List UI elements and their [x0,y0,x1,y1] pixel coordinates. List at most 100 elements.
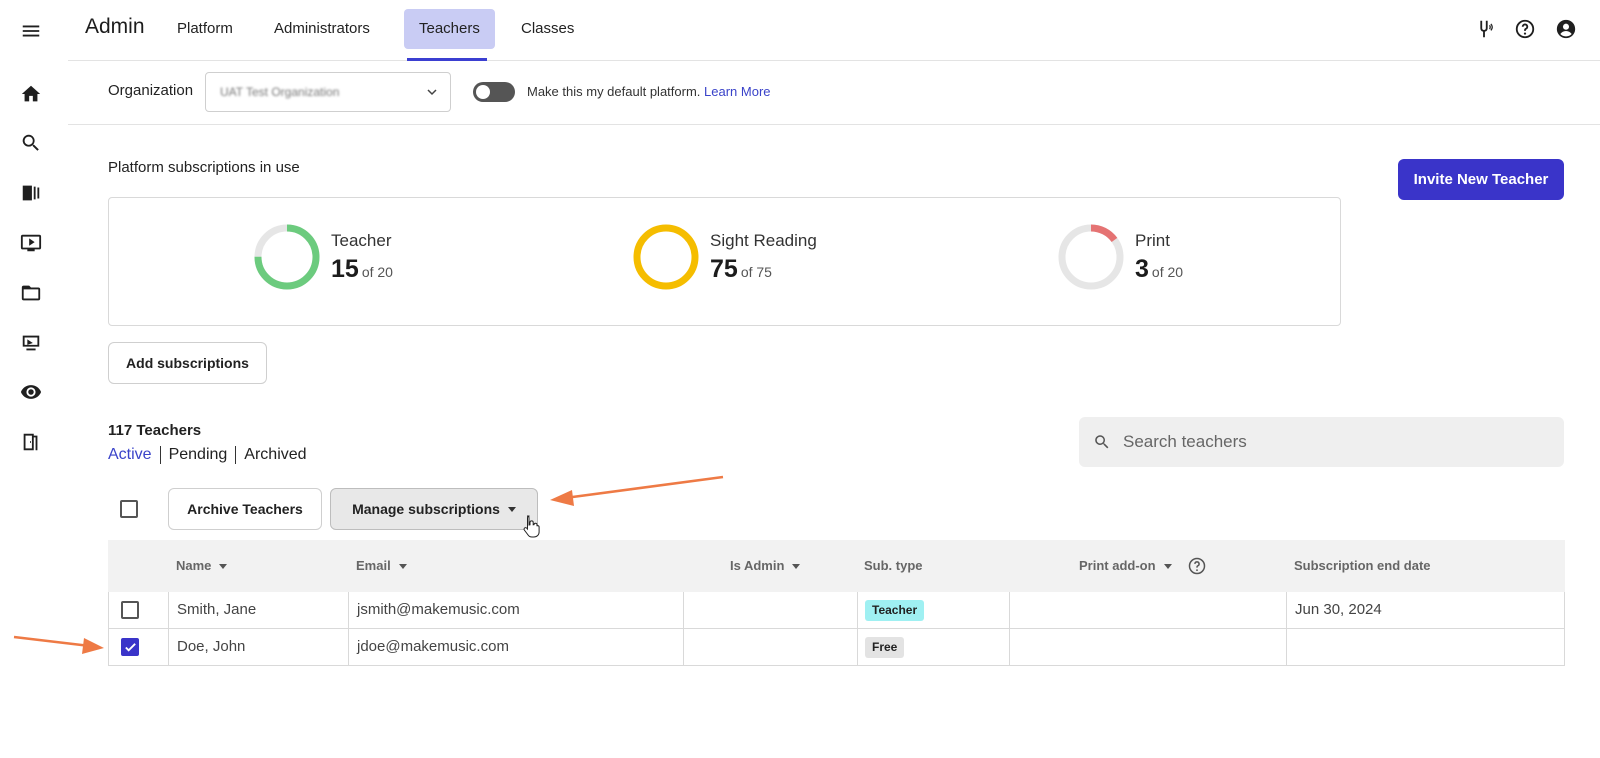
chevron-down-icon [427,89,437,96]
app-title: Admin [85,15,145,38]
table-row: Doe, John jdoe@makemusic.com Free [108,629,1565,666]
teacher-donut [254,224,320,290]
meter-total: of 75 [740,263,772,280]
cell-name: Doe, John [177,638,246,655]
meter-teacher: Teacher 15 of 20 [252,222,393,292]
meter-name: Sight Reading [710,230,817,250]
help-icon[interactable] [1512,16,1538,42]
col-print-addon-label: Print add-on [1079,558,1156,573]
cell-divider [168,629,169,665]
classroom-icon[interactable] [16,328,46,358]
col-email[interactable]: Email [356,540,407,592]
row-checkbox[interactable] [121,601,139,619]
tab-teachers[interactable]: Teachers [404,9,495,49]
table-header: Name Email Is Admin Sub. type Print add-… [108,540,1565,592]
eye-icon[interactable] [16,377,46,407]
check-icon [125,643,136,652]
col-is-admin[interactable]: Is Admin [730,540,801,592]
filter-archived[interactable]: Archived [244,446,306,464]
col-print-addon[interactable]: Print add-on [1079,540,1172,592]
meter-used: 75 [710,254,738,283]
meter-total: of 20 [1151,263,1184,280]
sub-type-badge: Free [865,637,905,658]
meter-name: Print [1135,230,1170,250]
select-all-checkbox[interactable] [120,500,138,518]
subscriptions-card: Teacher 15 of 20 Sight Reading 75 of 75 Pr… [108,197,1341,326]
meter-name: Teacher [331,230,392,250]
search-icon [1095,435,1109,449]
col-end-date: Subscription end date [1294,540,1431,592]
folder-icon[interactable] [16,278,46,308]
teacher-count: 117 Teachers [108,422,202,439]
cell-divider [857,592,858,628]
subscriptions-title: Platform subscriptions in use [108,159,300,176]
table-row: Smith, Jane jsmith@makemusic.com Teacher… [108,592,1565,629]
account-icon[interactable] [1553,16,1579,42]
col-end-date-label: Subscription end date [1294,558,1431,573]
filter-active[interactable]: Active [108,446,152,464]
invite-new-teacher-button[interactable]: Invite New Teacher [1398,159,1564,200]
library-icon[interactable] [16,178,46,208]
status-filters: Active Pending Archived [108,446,307,464]
meter-used: 3 [1135,254,1149,283]
caret-down-icon [507,506,516,512]
meter-used: 15 [331,254,359,283]
manage-subscriptions-button[interactable]: Manage subscriptions [330,488,538,530]
exit-door-icon[interactable] [16,427,46,457]
home-icon[interactable] [16,79,46,109]
col-email-label: Email [356,558,391,573]
meter-print: Print 3 of 20 [1056,222,1183,292]
learn-more-link[interactable]: Learn More [704,84,770,99]
meter-sight-reading: Sight Reading 75 of 75 [631,222,817,292]
menu-icon[interactable] [16,16,46,46]
organization-label: Organization [108,82,194,99]
cell-divider [348,592,349,628]
sort-icon [792,564,801,570]
video-icon[interactable] [16,228,46,258]
cell-email: jdoe@makemusic.com [357,638,509,655]
cell-divider [683,592,684,628]
search-teachers-input[interactable] [1123,432,1543,452]
col-sub-type: Sub. type [864,540,923,592]
cell-end-date: Jun 30, 2024 [1295,601,1382,618]
tuning-fork-icon[interactable] [1471,16,1497,42]
cell-divider [1009,592,1010,628]
col-name[interactable]: Name [176,540,228,592]
tab-administrators[interactable]: Administrators [259,9,385,49]
toggle-knob [476,85,490,99]
admin-page: Admin Platform Administrators Teachers C… [0,0,1600,758]
tab-platform[interactable]: Platform [162,9,248,49]
top-nav: Admin Platform Administrators Teachers C… [68,0,1600,61]
sort-icon [1163,564,1172,570]
default-platform-label: Make this my default platform. [527,84,701,99]
organization-row: Organization UAT Test Organization Make … [68,61,1600,125]
add-subscriptions-button[interactable]: Add subscriptions [108,342,267,384]
cell-divider [857,629,858,665]
left-rail [0,0,62,758]
cell-divider [1009,629,1010,665]
organization-value: UAT Test Organization [220,85,340,99]
cell-divider [168,592,169,628]
archive-teachers-button[interactable]: Archive Teachers [168,488,322,530]
default-platform-text: Make this my default platform. Learn Mor… [527,84,771,99]
search-box [1079,417,1564,467]
teachers-table: Name Email Is Admin Sub. type Print add-… [108,540,1565,666]
cell-divider [1286,592,1287,628]
col-is-admin-label: Is Admin [730,558,785,573]
filter-pending[interactable]: Pending [169,446,228,464]
tab-classes[interactable]: Classes [506,9,589,49]
meter-total: of 20 [361,263,393,280]
print-addon-help-icon[interactable] [1187,556,1207,576]
col-sub-type-label: Sub. type [864,558,923,573]
manage-subscriptions-label: Manage subscriptions [352,501,500,517]
sub-type-badge: Teacher [865,600,925,621]
col-name-label: Name [176,558,212,573]
organization-select[interactable]: UAT Test Organization [205,72,451,112]
cell-divider [683,629,684,665]
default-platform-toggle[interactable] [473,82,515,102]
search-icon[interactable] [16,128,46,158]
sort-icon [219,564,228,570]
row-checkbox[interactable] [121,638,139,656]
cell-name: Smith, Jane [177,601,257,618]
cell-divider [348,629,349,665]
